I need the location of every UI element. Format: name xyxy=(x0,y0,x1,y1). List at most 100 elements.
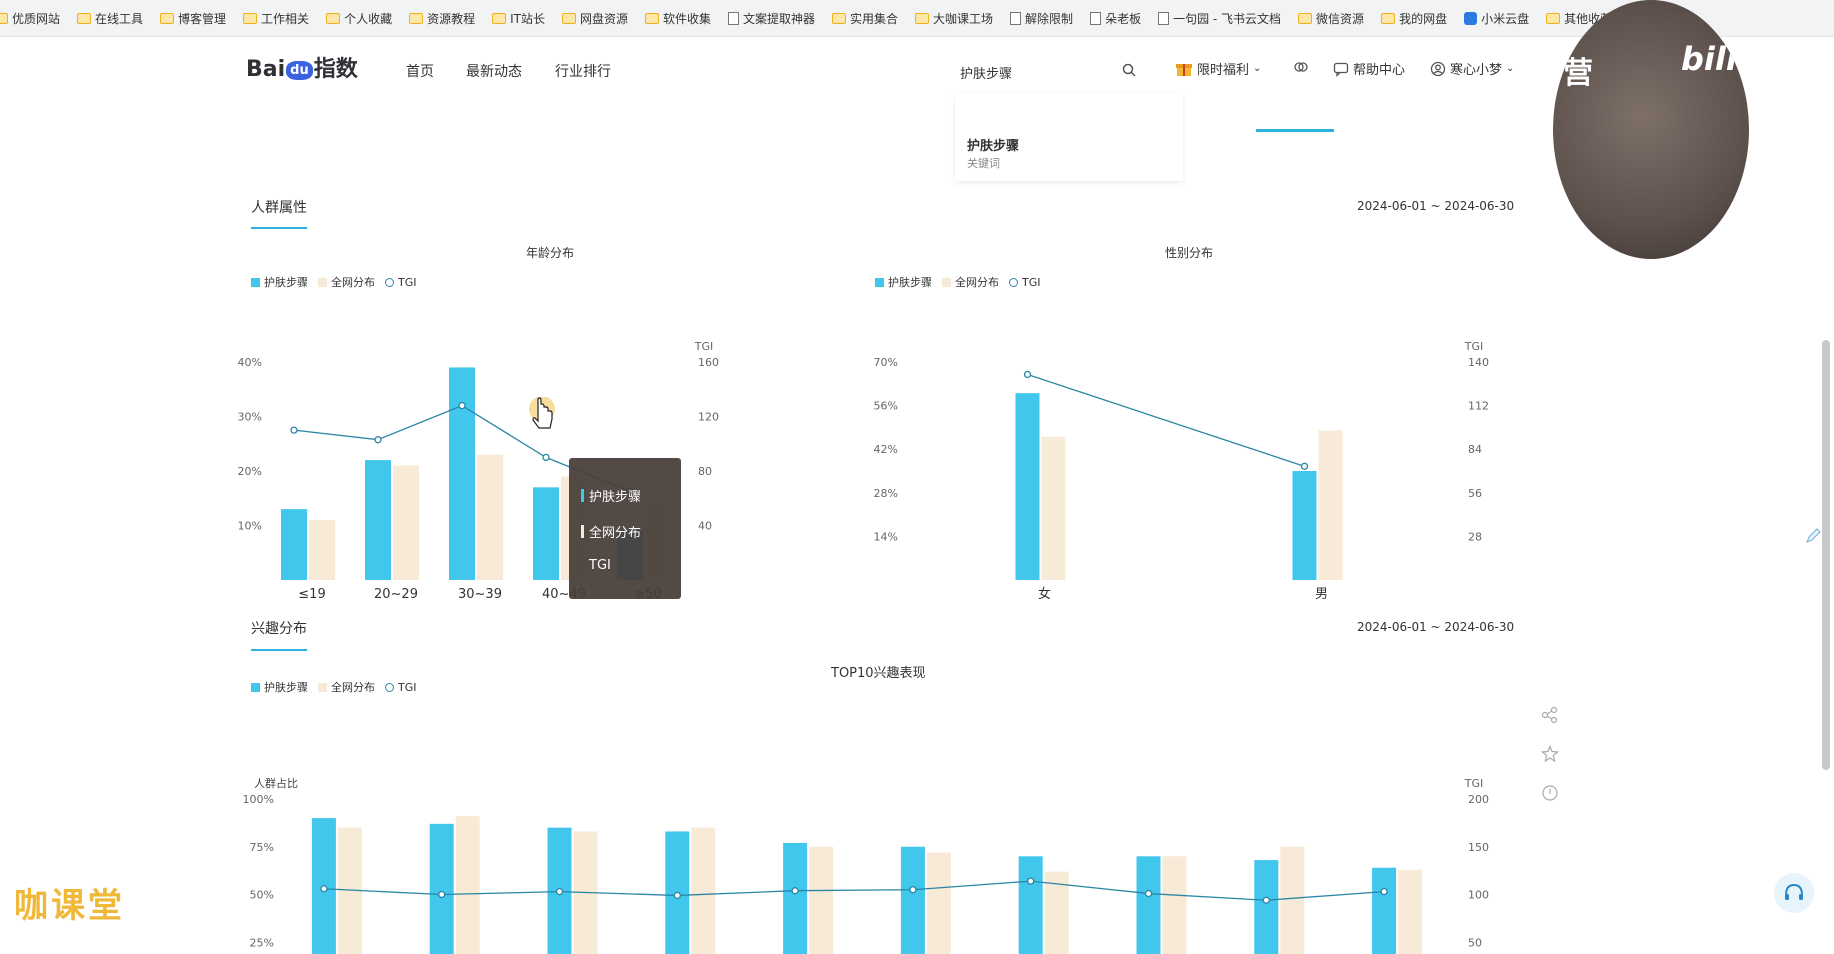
bar-series1 xyxy=(533,487,559,580)
y-tick-label: 20% xyxy=(238,465,262,478)
tgi-point xyxy=(1380,887,1388,896)
bar-series1 xyxy=(1254,860,1279,954)
bookmark-item[interactable]: 我的网盘 xyxy=(1381,10,1447,27)
hand-cursor-icon xyxy=(529,397,555,429)
folder-icon xyxy=(644,12,659,24)
folder-icon xyxy=(561,12,576,24)
folder-icon xyxy=(915,12,930,24)
bookmark-item[interactable]: 优质网站 xyxy=(0,10,60,27)
interest-date-range[interactable]: 2024-06-01 ~ 2024-06-30 xyxy=(1357,620,1514,634)
gender-distribution-chart[interactable]: 14% 28% 42% 56% 70% 28 56 84 112 140 TGI 女 男 xyxy=(860,322,1520,622)
nav-industry-ranking[interactable]: 行业排行 xyxy=(555,61,611,81)
watermark-logo: 咖课堂 xyxy=(14,886,125,926)
top10-interest-chart[interactable]: 25% 50% 75% 100% 50 100 150 200 TGI 人群占比 xyxy=(230,722,1520,954)
folder-icon xyxy=(243,12,258,24)
y-right-tick-label: 56 xyxy=(1468,487,1482,500)
star-icon[interactable] xyxy=(1541,745,1559,763)
folder-icon xyxy=(1298,12,1313,24)
folder-icon xyxy=(1546,12,1561,24)
bookmark-item[interactable]: IT站长 xyxy=(492,10,545,27)
bar-series1 xyxy=(1372,867,1397,954)
user-menu[interactable]: 寒心小梦 ⌄ xyxy=(1430,59,1514,78)
y-tick-label: 42% xyxy=(874,443,898,456)
vertical-scrollbar[interactable] xyxy=(1822,340,1830,770)
folder-icon xyxy=(1381,12,1396,24)
bilibili-logo: bilibili xyxy=(1681,40,1749,78)
bar-series2 xyxy=(1041,436,1066,580)
bookmark-item[interactable]: 资源教程 xyxy=(409,10,475,27)
feedback-icon[interactable] xyxy=(1541,784,1559,802)
bookmark-item[interactable]: 小米云盘 xyxy=(1464,10,1529,27)
tooltip-swatch-tgi xyxy=(581,559,584,572)
bar-series2 xyxy=(1318,430,1343,580)
tgi-point xyxy=(320,885,328,893)
bar-series1 xyxy=(429,823,454,954)
active-tab-underline xyxy=(1256,129,1334,132)
search-box[interactable] xyxy=(958,55,1136,89)
switch-icon[interactable] xyxy=(1293,59,1309,75)
bookmark-item[interactable]: 软件收集 xyxy=(644,10,711,27)
customer-service-button[interactable] xyxy=(1774,873,1814,913)
y-tick-label: 40% xyxy=(238,356,262,369)
page-icon xyxy=(728,11,739,25)
help-center-link[interactable]: 帮助中心 xyxy=(1333,59,1405,78)
tgi-point xyxy=(1262,896,1270,904)
age-legend[interactable]: 护肤步骤 全网分布 TGI xyxy=(251,274,417,290)
bar-series1 xyxy=(281,509,307,580)
y-tick-label: 14% xyxy=(874,530,898,543)
nav-latest-news[interactable]: 最新动态 xyxy=(466,61,522,81)
x-tick-label: 20~29 xyxy=(374,587,418,602)
bookmark-item[interactable]: 个人收藏 xyxy=(326,10,392,27)
nav-home[interactable]: 首页 xyxy=(406,61,434,81)
tgi-line xyxy=(1027,373,1305,467)
y-right-tick-label: 84 xyxy=(1468,443,1482,456)
bookmark-item[interactable]: 朵老板 xyxy=(1090,10,1141,27)
bar-series2 xyxy=(1398,869,1423,954)
bookmark-item[interactable]: 文案提取神器 xyxy=(728,10,815,27)
bookmark-item[interactable]: 微信资源 xyxy=(1298,10,1364,27)
search-input[interactable] xyxy=(958,55,1112,89)
y-right-tick-label: 200 xyxy=(1468,793,1489,806)
interest-section-underline xyxy=(251,649,307,651)
age-distribution-chart[interactable]: 10%20%30%40%4080120160TGI≤19 20~29 30~39 40… xyxy=(230,322,870,622)
bookmark-item[interactable]: 解除限制 xyxy=(1010,10,1073,27)
welfare-menu[interactable]: 限时福利 ⌄ xyxy=(1175,59,1261,78)
tgi-point xyxy=(673,891,681,900)
y-right-axis-label: TGI xyxy=(1464,340,1484,353)
bookmark-item[interactable]: 工作相关 xyxy=(243,10,309,27)
interest-legend[interactable]: 护肤步骤 全网分布 TGI xyxy=(251,679,417,695)
edit-icon[interactable] xyxy=(1804,527,1822,545)
bookmark-item[interactable]: 在线工具 xyxy=(77,10,143,27)
crowd-date-range[interactable]: 2024-06-01 ~ 2024-06-30 xyxy=(1357,199,1514,213)
search-icon[interactable] xyxy=(1122,63,1136,77)
baidu-index-logo[interactable]: Bai du 指数 xyxy=(246,51,358,83)
bar-series2 xyxy=(926,852,951,954)
tgi-point xyxy=(458,401,466,410)
gender-legend[interactable]: 护肤步骤 全网分布 TGI xyxy=(875,274,1041,290)
bookmark-item[interactable]: 一句园 - 飞书云文档 xyxy=(1158,10,1281,27)
legend-marker-tgi xyxy=(1009,277,1018,287)
y-right-tick-label: 160 xyxy=(698,356,719,369)
legend-swatch-series2 xyxy=(942,277,951,287)
folder-icon xyxy=(409,12,424,24)
bookmark-item[interactable]: 网盘资源 xyxy=(561,10,628,27)
tgi-line xyxy=(323,880,1385,901)
bar-series1 xyxy=(365,460,391,580)
y-tick-label: 56% xyxy=(874,400,898,413)
bookmark-item[interactable]: 博客管理 xyxy=(160,10,226,27)
y-right-axis-label: TGI xyxy=(694,340,714,353)
tgi-point xyxy=(1300,462,1309,470)
webcam-overlay: 营 bilibili xyxy=(1553,0,1749,259)
bar-series2 xyxy=(809,846,834,954)
interest-section-title: 兴趣分布 xyxy=(251,621,307,637)
y-right-tick-label: 150 xyxy=(1468,841,1489,854)
y-tick-label: 10% xyxy=(238,520,262,533)
share-icon[interactable] xyxy=(1541,706,1559,724)
bookmarks-bar: 优质网站 在线工具 博客管理 工作相关 个人收藏 资源教程 IT站长 网盘资源 软件收集 文案提取… xyxy=(0,0,1834,37)
bookmark-item[interactable]: 大咖课工场 xyxy=(915,10,993,27)
suggestion-keyword[interactable]: 护肤步骤 xyxy=(967,135,1019,154)
bookmark-item[interactable]: 实用集合 xyxy=(832,10,898,27)
folder-icon xyxy=(492,12,507,24)
y-right-tick-label: 120 xyxy=(698,411,719,424)
search-suggestion-dropdown[interactable]: 护肤步骤 关键词 xyxy=(955,93,1183,181)
